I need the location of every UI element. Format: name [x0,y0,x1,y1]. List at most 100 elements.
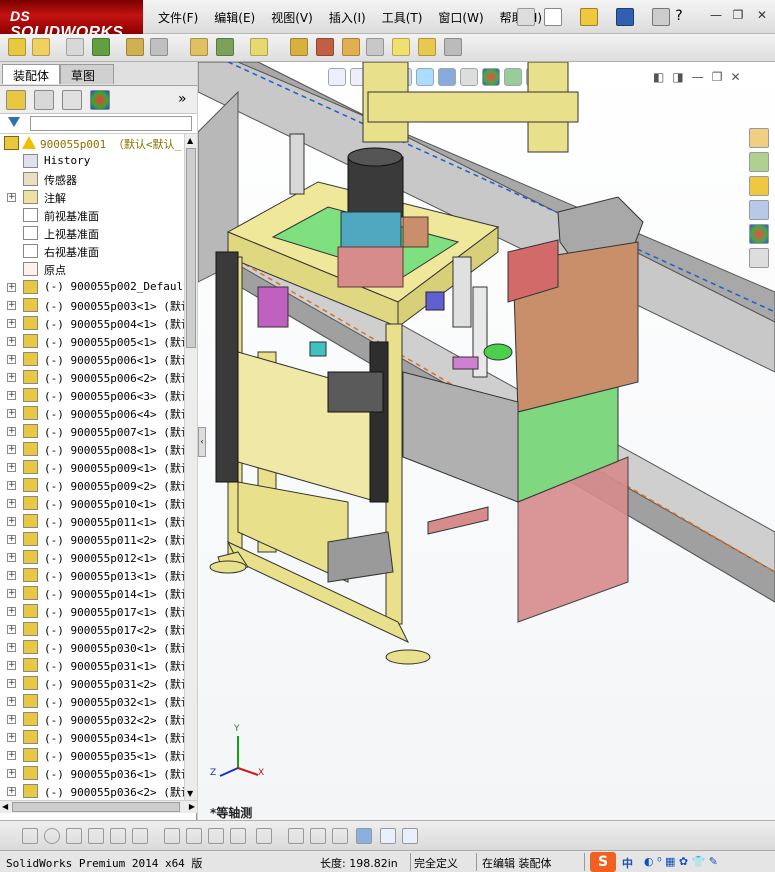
tree-item[interactable]: + (-) 900055p006<1> (默认 [0,350,184,368]
smart-fasteners-icon[interactable] [190,38,208,56]
line-icon[interactable] [66,828,82,844]
convert-entities-icon[interactable] [164,828,180,844]
tree-item[interactable]: + (-) 900055p017<2> (默认 [0,620,184,638]
arc-icon[interactable] [132,828,148,844]
menu-window[interactable]: 窗口(W) [430,9,491,26]
configuration-manager-icon[interactable] [62,90,82,110]
tree-item[interactable]: + (-) 900055p036<1> (默认 [0,764,184,782]
expand-toggle-icon[interactable]: + [7,499,16,508]
restore-button[interactable]: ❐ [730,8,746,22]
collapse-panel-handle[interactable]: ‹ [198,427,206,457]
tree-item[interactable]: + (-) 900055p035<1> (默认 [0,746,184,764]
menu-file[interactable]: 文件(F) [150,9,206,26]
tree-item[interactable]: + (-) 900055p017<1> (默认 [0,602,184,620]
assembly-features-icon[interactable] [216,38,234,56]
tree-scroll-thumb[interactable] [186,148,196,348]
menu-tools[interactable]: 工具(T) [374,9,431,26]
expand-toggle-icon[interactable]: + [7,553,16,562]
tree-item[interactable]: + (-) 900055p011<1> (默认 [0,512,184,530]
mass-properties-icon[interactable] [418,38,436,56]
trim-icon[interactable] [110,828,126,844]
expand-toggle-icon[interactable]: + [7,715,16,724]
ime-tools-icon[interactable]: ◐ ⁰ ▦ ✿ 👕 ✎ [644,855,718,868]
appearances-icon[interactable] [749,224,769,244]
expand-toggle-icon[interactable]: + [7,319,16,328]
tree-item[interactable]: + (-) 900055p004<1> (默认 [0,314,184,332]
tree-item[interactable]: + (-) 900055p010<1> (默认 [0,494,184,512]
feature-tree-icon[interactable] [6,90,26,110]
mirror-icon[interactable] [208,828,224,844]
expand-toggle-icon[interactable]: + [7,535,16,544]
tree-item[interactable]: + (-) 900055p036<2> (默认 [0,782,184,800]
scroll-down-arrow-icon[interactable]: ▼ [187,789,193,798]
expand-toggle-icon[interactable]: + [7,445,16,454]
expand-toggle-icon[interactable]: + [7,787,16,796]
close-button[interactable]: ✕ [754,8,770,22]
interference-icon[interactable] [342,38,360,56]
expand-toggle-icon[interactable]: + [7,517,16,526]
move-component-icon[interactable] [126,38,144,56]
solidworks-logo[interactable]: DS SOLIDWORKS [0,0,143,41]
tree-item[interactable]: History [0,152,184,170]
tree-horizontal-scrollbar[interactable]: ◀ ▶ [0,800,197,813]
tree-item[interactable]: + (-) 900055p011<2> (默认 [0,530,184,548]
solidworks-resources-icon[interactable] [749,128,769,148]
tree-item[interactable]: + (-) 900055p008<1> (默认 [0,440,184,458]
expand-toggle-icon[interactable]: + [7,391,16,400]
scroll-up-arrow-icon[interactable]: ▲ [187,136,193,145]
circle-icon[interactable] [44,828,60,844]
expand-toggle-icon[interactable]: + [7,283,16,292]
offset-icon[interactable] [186,828,202,844]
menu-insert[interactable]: 插入(I) [321,9,374,26]
tree-item[interactable]: 上视基准面 [0,224,184,242]
expand-toggle-icon[interactable]: + [7,301,16,310]
measure-icon[interactable] [392,38,410,56]
menu-view[interactable]: 视图(V) [263,9,321,26]
fillet-icon[interactable] [230,828,246,844]
tree-item[interactable]: + (-) 900055p031<2> (默认 [0,674,184,692]
split-view-icon[interactable] [402,828,418,844]
single-view-icon[interactable] [380,828,396,844]
tree-item[interactable]: 前视基准面 [0,206,184,224]
sogou-ime-icon[interactable]: S [590,852,616,872]
tree-item[interactable]: + (-) 900055p031<1> (默认 [0,656,184,674]
tree-item[interactable]: + (-) 900055p006<4> (默认 [0,404,184,422]
tree-item[interactable]: + (-) 900055p032<1> (默认 [0,692,184,710]
property-manager-icon[interactable] [34,90,54,110]
tree-item[interactable]: + (-) 900055p030<1> (默认 [0,638,184,656]
tree-item[interactable]: + (-) 900055p034<1> (默认 [0,728,184,746]
pin-icon[interactable] [517,8,535,26]
clearance-icon[interactable] [366,38,384,56]
expand-toggle-icon[interactable]: + [7,625,16,634]
scroll-left-arrow-icon[interactable]: ◀ [2,802,8,811]
expand-toggle-icon[interactable]: + [7,661,16,670]
expand-toggle-icon[interactable]: + [7,355,16,364]
expand-toggle-icon[interactable]: + [7,589,16,598]
expand-toggle-icon[interactable]: + [7,751,16,760]
reference-geometry-icon[interactable] [250,38,268,56]
tree-item[interactable]: + 注解 [0,188,184,206]
assembly-icon[interactable] [8,38,26,56]
dimension-icon[interactable] [256,828,272,844]
scroll-right-arrow-icon[interactable]: ▶ [189,802,195,811]
bill-of-materials-icon[interactable] [290,38,308,56]
new-document-icon[interactable] [544,8,562,26]
expand-toggle-icon[interactable]: + [7,409,16,418]
tab-assembly[interactable]: 装配体 [2,64,61,84]
shaded-view-icon[interactable] [356,828,372,844]
tree-item[interactable]: + (-) 900055p032<2> (默认 [0,710,184,728]
filter-input[interactable] [30,116,192,131]
tree-item[interactable]: + (-) 900055p005<1> (默认 [0,332,184,350]
instant3d-icon[interactable] [444,38,462,56]
display-manager-icon[interactable] [90,90,110,110]
expand-toggle-icon[interactable]: + [7,769,16,778]
mate-icon[interactable] [92,38,110,56]
expand-toggle-icon[interactable]: + [7,697,16,706]
paperclip-icon[interactable] [66,38,84,56]
expand-toggle-icon[interactable]: + [7,607,16,616]
graphics-area[interactable]: ◧ ◨ — ❐ ✕ Y X Z *等轴测 ‹ [198,62,775,820]
ime-mode-label[interactable]: 中 [622,855,633,871]
design-library-icon[interactable] [749,152,769,172]
save-icon[interactable] [616,8,634,26]
tree-item[interactable]: + (-) 900055p006<2> (默认 [0,368,184,386]
